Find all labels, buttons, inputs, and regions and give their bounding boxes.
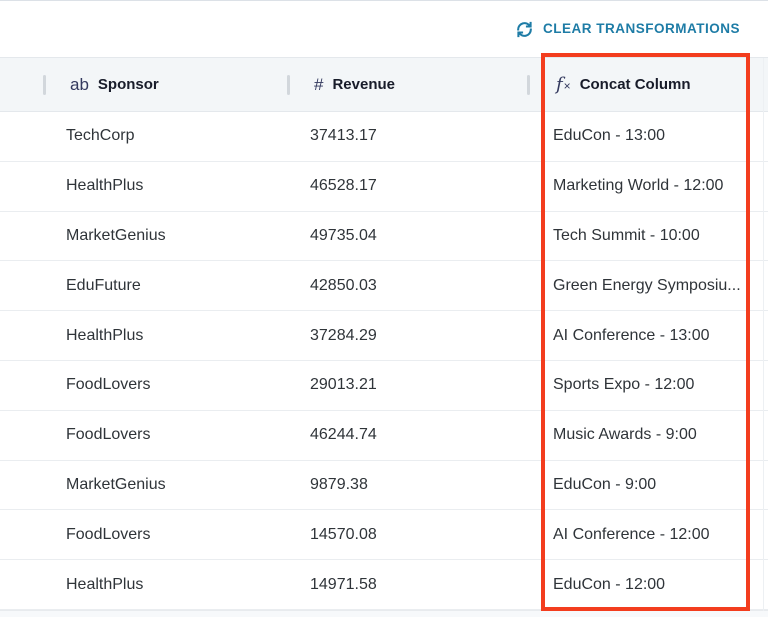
column-header-concat[interactable]: f× Concat Column (527, 58, 768, 111)
column-resize-handle-revenue[interactable] (287, 74, 290, 95)
cell-sponsor[interactable]: HealthPlus (0, 177, 287, 195)
table-row: MarketGenius 49735.04 Tech Summit - 10:0… (0, 211, 768, 262)
cell-revenue[interactable]: 49735.04 (287, 227, 527, 245)
data-table-view: CLEAR TRANSFORMATIONS ab Sponsor # Reven… (0, 0, 768, 617)
cell-sponsor[interactable]: HealthPlus (0, 327, 287, 345)
cell-sponsor[interactable]: FoodLovers (0, 376, 287, 394)
table-row: HealthPlus 14971.58 EduCon - 12:00 (0, 560, 768, 610)
cell-sponsor[interactable]: FoodLovers (0, 526, 287, 544)
clear-transformations-button[interactable]: CLEAR TRANSFORMATIONS (515, 20, 740, 39)
column-header-label: Sponsor (97, 76, 159, 93)
table-row: MarketGenius 9879.38 EduCon - 9:00 (0, 460, 768, 511)
number-type-icon: # (314, 75, 324, 94)
cell-sponsor[interactable]: HealthPlus (0, 576, 287, 594)
cell-revenue[interactable]: 29013.21 (287, 376, 527, 394)
cell-sponsor[interactable]: TechCorp (0, 127, 287, 145)
cell-revenue[interactable]: 46528.17 (287, 177, 527, 195)
cell-revenue[interactable]: 46244.74 (287, 426, 527, 444)
table-header: ab Sponsor # Revenue f× Concat Column (0, 57, 768, 112)
cell-concat[interactable]: Marketing World - 12:00 (527, 177, 768, 195)
column-header-revenue[interactable]: # Revenue (287, 58, 527, 111)
cell-revenue[interactable]: 14971.58 (287, 576, 527, 594)
column-header-label: Revenue (332, 76, 395, 93)
cell-revenue[interactable]: 14570.08 (287, 526, 527, 544)
table-body: TechCorp 37413.17 EduCon - 13:00 HealthP… (0, 112, 768, 610)
clear-transformations-label: CLEAR TRANSFORMATIONS (543, 21, 740, 37)
table-row: HealthPlus 46528.17 Marketing World - 12… (0, 161, 768, 212)
cell-concat[interactable]: AI Conference - 12:00 (527, 526, 768, 544)
cell-sponsor[interactable]: MarketGenius (0, 227, 287, 245)
table-row: FoodLovers 14570.08 AI Conference - 12:0… (0, 510, 768, 561)
cell-concat[interactable]: Sports Expo - 12:00 (527, 376, 768, 394)
table-row: EduFuture 42850.03 Green Energy Symposiu… (0, 261, 768, 312)
cell-concat[interactable]: AI Conference - 13:00 (527, 327, 768, 345)
cell-sponsor[interactable]: FoodLovers (0, 426, 287, 444)
toolbar: CLEAR TRANSFORMATIONS (0, 1, 768, 57)
cell-concat[interactable]: Tech Summit - 10:00 (527, 227, 768, 245)
cell-concat[interactable]: EduCon - 9:00 (527, 476, 768, 494)
cell-sponsor[interactable]: MarketGenius (0, 476, 287, 494)
table-row: HealthPlus 37284.29 AI Conference - 13:0… (0, 311, 768, 361)
column-resize-handle-sponsor[interactable] (43, 74, 46, 95)
cell-revenue[interactable]: 42850.03 (287, 277, 527, 295)
cell-revenue[interactable]: 9879.38 (287, 476, 527, 494)
cell-revenue[interactable]: 37284.29 (287, 327, 527, 345)
cell-concat[interactable]: EduCon - 12:00 (527, 576, 768, 594)
cell-revenue[interactable]: 37413.17 (287, 127, 527, 145)
table-row: FoodLovers 29013.21 Sports Expo - 12:00 (0, 360, 768, 411)
footer-strip (0, 609, 768, 617)
cell-concat[interactable]: Green Energy Symposiu... (527, 277, 768, 295)
refresh-icon (517, 21, 532, 37)
table-row: FoodLovers 46244.74 Music Awards - 9:00 (0, 410, 768, 461)
text-type-icon: ab (70, 75, 89, 94)
column-header-label: Concat Column (579, 76, 691, 93)
cell-sponsor[interactable]: EduFuture (0, 277, 287, 295)
table-row: TechCorp 37413.17 EduCon - 13:00 (0, 112, 768, 162)
column-resize-handle-concat[interactable] (527, 74, 530, 95)
cell-concat[interactable]: EduCon - 13:00 (527, 127, 768, 145)
cell-concat[interactable]: Music Awards - 9:00 (527, 426, 768, 444)
formula-type-icon: f× (556, 73, 571, 95)
